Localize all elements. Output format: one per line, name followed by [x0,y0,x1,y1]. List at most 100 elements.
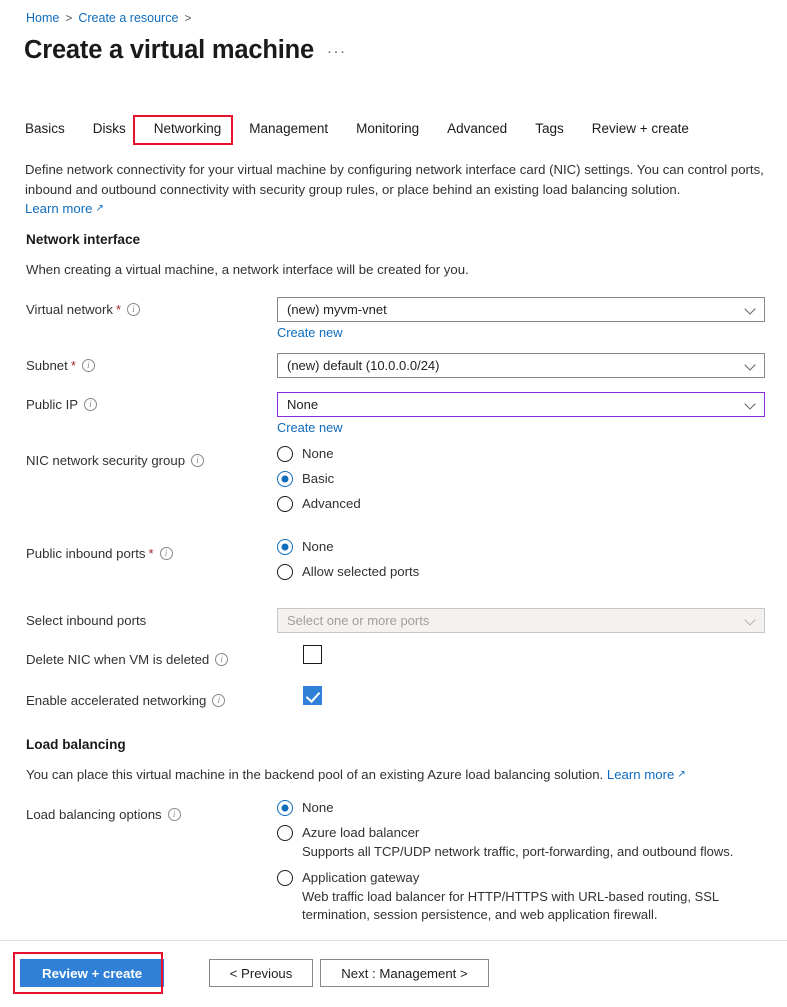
tab-management-label: Management [249,121,328,136]
more-options-icon[interactable]: ··· [327,43,347,66]
info-icon[interactable]: i [212,694,225,707]
tab-advanced-label: Advanced [447,121,507,136]
accelerated-networking-checkbox[interactable] [303,686,322,705]
radio-icon-selected [277,800,293,816]
tab-management[interactable]: Management [235,118,342,145]
tab-review-create[interactable]: Review + create [578,118,703,145]
load-balancing-subtext-block: You can place this virtual machine in th… [26,765,756,784]
public-ip-label-group: Public IP i [26,397,97,412]
radio-icon-selected [277,471,293,487]
chevron-down-icon [745,360,756,371]
radio-icon [277,496,293,512]
info-icon[interactable]: i [215,653,228,666]
radio-icon [277,446,293,462]
delete-nic-checkbox[interactable] [303,645,322,664]
public-inbound-ports-radio-group: None Allow selected ports [277,538,419,588]
info-icon[interactable]: i [191,454,204,467]
lb-option-application-gateway-label: Application gateway [302,869,752,886]
public-inbound-ports-option-allow-selected[interactable]: Allow selected ports [277,563,419,580]
tab-basics[interactable]: Basics [25,118,79,145]
tab-tags[interactable]: Tags [521,118,578,145]
tab-bar: Basics Disks Networking Management Monit… [25,118,703,145]
lb-option-azure-load-balancer-desc: Supports all TCP/UDP network traffic, po… [302,843,733,861]
next-management-button[interactable]: Next : Management > [320,959,489,987]
row-select-inbound-ports: Select inbound ports Select one or more … [26,613,766,645]
subnet-dropdown[interactable]: (new) default (10.0.0.0/24) [277,353,765,378]
info-icon[interactable]: i [168,808,181,821]
virtual-network-label-group: Virtual network * i [26,302,140,317]
radio-icon [277,870,293,886]
info-icon[interactable]: i [82,359,95,372]
network-interface-heading: Network interface [26,232,140,247]
external-link-icon: ↗ [677,765,685,784]
delete-nic-label-group: Delete NIC when VM is deleted i [26,652,228,667]
info-icon[interactable]: i [84,398,97,411]
virtual-network-control: (new) myvm-vnet [277,297,765,322]
load-balancing-subtext: You can place this virtual machine in th… [26,767,603,782]
public-inbound-ports-label: Public inbound ports [26,546,146,561]
accelerated-networking-label: Enable accelerated networking [26,693,206,708]
nic-nsg-radio-group: None Basic Advanced [277,445,361,520]
public-inbound-ports-option-none[interactable]: None [277,538,419,555]
subnet-value: (new) default (10.0.0.0/24) [287,358,739,373]
intro-learn-more-label: Learn more [25,199,92,219]
public-ip-label: Public IP [26,397,78,412]
nic-nsg-option-advanced-label: Advanced [302,495,361,512]
nic-nsg-option-advanced[interactable]: Advanced [277,495,361,512]
load-balancing-heading: Load balancing [26,737,126,752]
chevron-down-icon [745,399,756,410]
lb-option-application-gateway[interactable]: Application gateway Web traffic load bal… [277,869,752,924]
tab-disks[interactable]: Disks [79,118,140,145]
public-ip-value: None [287,397,739,412]
external-link-icon: ↗ [95,199,103,219]
tab-advanced[interactable]: Advanced [433,118,521,145]
accelerated-networking-label-group: Enable accelerated networking i [26,693,225,708]
row-load-balancing-options: Load balancing options i None Azure load… [26,807,766,932]
page-title: Create a virtual machine [24,34,314,66]
tab-monitoring[interactable]: Monitoring [342,118,433,145]
previous-button[interactable]: < Previous [209,959,313,987]
tab-basics-label: Basics [25,121,65,136]
create-vm-page: Home > Create a resource > Create a virt… [0,0,787,1007]
info-icon[interactable]: i [127,303,140,316]
nic-nsg-option-none[interactable]: None [277,445,361,462]
nic-nsg-option-basic[interactable]: Basic [277,470,361,487]
breadcrumb-separator-icon: > [65,9,72,27]
load-balancing-learn-more-label: Learn more [607,765,674,784]
intro-learn-more-link[interactable]: Learn more ↗ [25,199,104,219]
row-public-inbound-ports: Public inbound ports * i None Allow sele… [26,546,766,606]
lb-option-none[interactable]: None [277,799,752,816]
public-ip-control: None [277,392,765,417]
public-inbound-ports-option-allow-selected-label: Allow selected ports [302,563,419,580]
public-ip-create-new-link[interactable]: Create new [277,420,342,435]
public-inbound-ports-option-none-label: None [302,538,334,555]
lb-option-none-label: None [302,799,334,816]
subnet-control: (new) default (10.0.0.0/24) [277,353,765,378]
row-accelerated-networking: Enable accelerated networking i [26,693,766,721]
delete-nic-label: Delete NIC when VM is deleted [26,652,209,667]
required-asterisk: * [149,546,154,561]
lb-option-application-gateway-desc: Web traffic load balancer for HTTP/HTTPS… [302,888,752,924]
public-ip-dropdown[interactable]: None [277,392,765,417]
virtual-network-dropdown[interactable]: (new) myvm-vnet [277,297,765,322]
review-create-button[interactable]: Review + create [20,959,164,987]
breadcrumb-separator-icon-2: > [184,9,191,27]
nic-nsg-option-basic-label: Basic [302,470,334,487]
virtual-network-create-new-link[interactable]: Create new [277,325,342,340]
row-public-ip: Public IP i None Create new [26,397,766,443]
nic-nsg-option-none-label: None [302,445,334,462]
required-asterisk: * [116,302,121,317]
tab-networking[interactable]: Networking [140,118,236,145]
breadcrumb-item-create-a-resource[interactable]: Create a resource [78,9,178,27]
virtual-network-label: Virtual network [26,302,113,317]
lb-option-azure-load-balancer-label: Azure load balancer [302,824,733,841]
breadcrumb-item-home[interactable]: Home [26,9,59,27]
row-subnet: Subnet * i (new) default (10.0.0.0/24) [26,358,766,390]
tab-tags-label: Tags [535,121,564,136]
select-inbound-ports-dropdown: Select one or more ports [277,608,765,633]
load-balancing-learn-more-link[interactable]: Learn more ↗ [607,765,686,784]
lb-option-azure-load-balancer[interactable]: Azure load balancer Supports all TCP/UDP… [277,824,752,861]
chevron-down-icon [745,304,756,315]
info-icon[interactable]: i [160,547,173,560]
nic-nsg-label-group: NIC network security group i [26,453,204,468]
